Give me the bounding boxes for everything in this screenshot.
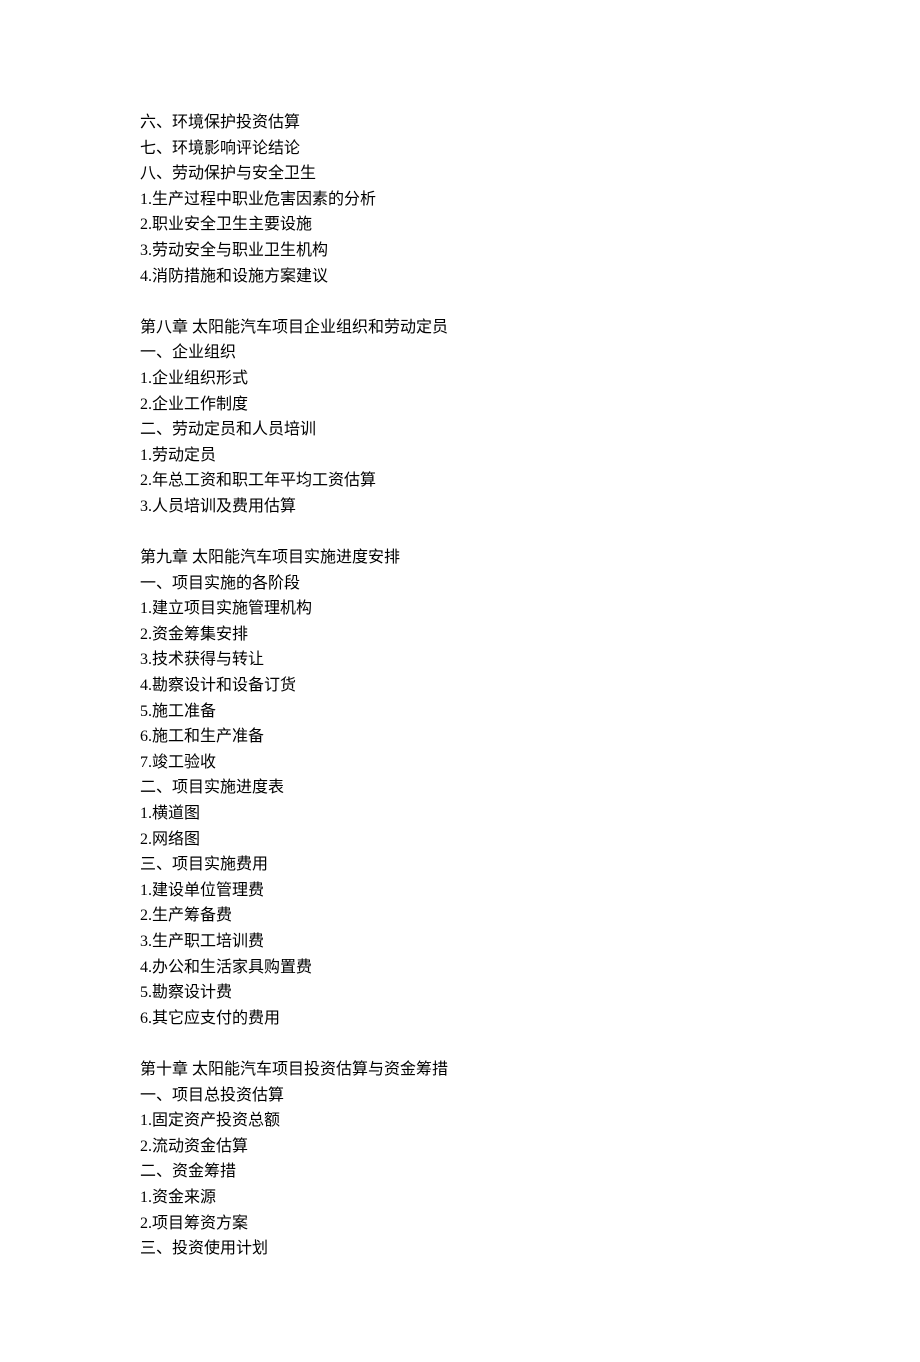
outline-item: 3.生产职工培训费 xyxy=(140,929,780,955)
outline-item: 7.竣工验收 xyxy=(140,750,780,776)
chapter-heading: 第九章 太阳能汽车项目实施进度安排 xyxy=(140,545,780,571)
outline-item: 2.网络图 xyxy=(140,827,780,853)
outline-item: 1.建立项目实施管理机构 xyxy=(140,596,780,622)
outline-item: 1.生产过程中职业危害因素的分析 xyxy=(140,187,780,213)
outline-item: 3.技术获得与转让 xyxy=(140,647,780,673)
outline-item: 1.企业组织形式 xyxy=(140,366,780,392)
outline-item: 一、项目实施的各阶段 xyxy=(140,571,780,597)
outline-item: 6.其它应支付的费用 xyxy=(140,1006,780,1032)
outline-item: 4.办公和生活家具购置费 xyxy=(140,955,780,981)
outline-item: 2.职业安全卫生主要设施 xyxy=(140,212,780,238)
spacer xyxy=(140,520,780,546)
outline-item: 4.消防措施和设施方案建议 xyxy=(140,264,780,290)
outline-item: 2.生产筹备费 xyxy=(140,903,780,929)
outline-item: 6.施工和生产准备 xyxy=(140,724,780,750)
outline-item: 二、劳动定员和人员培训 xyxy=(140,417,780,443)
outline-item: 3.劳动安全与职业卫生机构 xyxy=(140,238,780,264)
outline-item: 5.勘察设计费 xyxy=(140,980,780,1006)
outline-item: 二、资金筹措 xyxy=(140,1159,780,1185)
outline-item: 二、项目实施进度表 xyxy=(140,775,780,801)
outline-item: 2.年总工资和职工年平均工资估算 xyxy=(140,468,780,494)
outline-item: 1.建设单位管理费 xyxy=(140,878,780,904)
outline-item: 2.资金筹集安排 xyxy=(140,622,780,648)
outline-item: 5.施工准备 xyxy=(140,699,780,725)
outline-item: 1.横道图 xyxy=(140,801,780,827)
spacer xyxy=(140,1031,780,1057)
document-content: 六、环境保护投资估算 七、环境影响评论结论 八、劳动保护与安全卫生 1.生产过程… xyxy=(140,110,780,1262)
spacer xyxy=(140,289,780,315)
outline-item: 3.人员培训及费用估算 xyxy=(140,494,780,520)
outline-item: 1.固定资产投资总额 xyxy=(140,1108,780,1134)
outline-item: 七、环境影响评论结论 xyxy=(140,136,780,162)
outline-item: 1.劳动定员 xyxy=(140,443,780,469)
outline-item: 三、投资使用计划 xyxy=(140,1236,780,1262)
outline-item: 2.项目筹资方案 xyxy=(140,1211,780,1237)
outline-item: 2.流动资金估算 xyxy=(140,1134,780,1160)
outline-item: 4.勘察设计和设备订货 xyxy=(140,673,780,699)
outline-item: 六、环境保护投资估算 xyxy=(140,110,780,136)
outline-item: 八、劳动保护与安全卫生 xyxy=(140,161,780,187)
outline-item: 一、项目总投资估算 xyxy=(140,1083,780,1109)
chapter-heading: 第八章 太阳能汽车项目企业组织和劳动定员 xyxy=(140,315,780,341)
chapter-heading: 第十章 太阳能汽车项目投资估算与资金筹措 xyxy=(140,1057,780,1083)
outline-item: 三、项目实施费用 xyxy=(140,852,780,878)
outline-item: 2.企业工作制度 xyxy=(140,392,780,418)
outline-item: 一、企业组织 xyxy=(140,340,780,366)
outline-item: 1.资金来源 xyxy=(140,1185,780,1211)
